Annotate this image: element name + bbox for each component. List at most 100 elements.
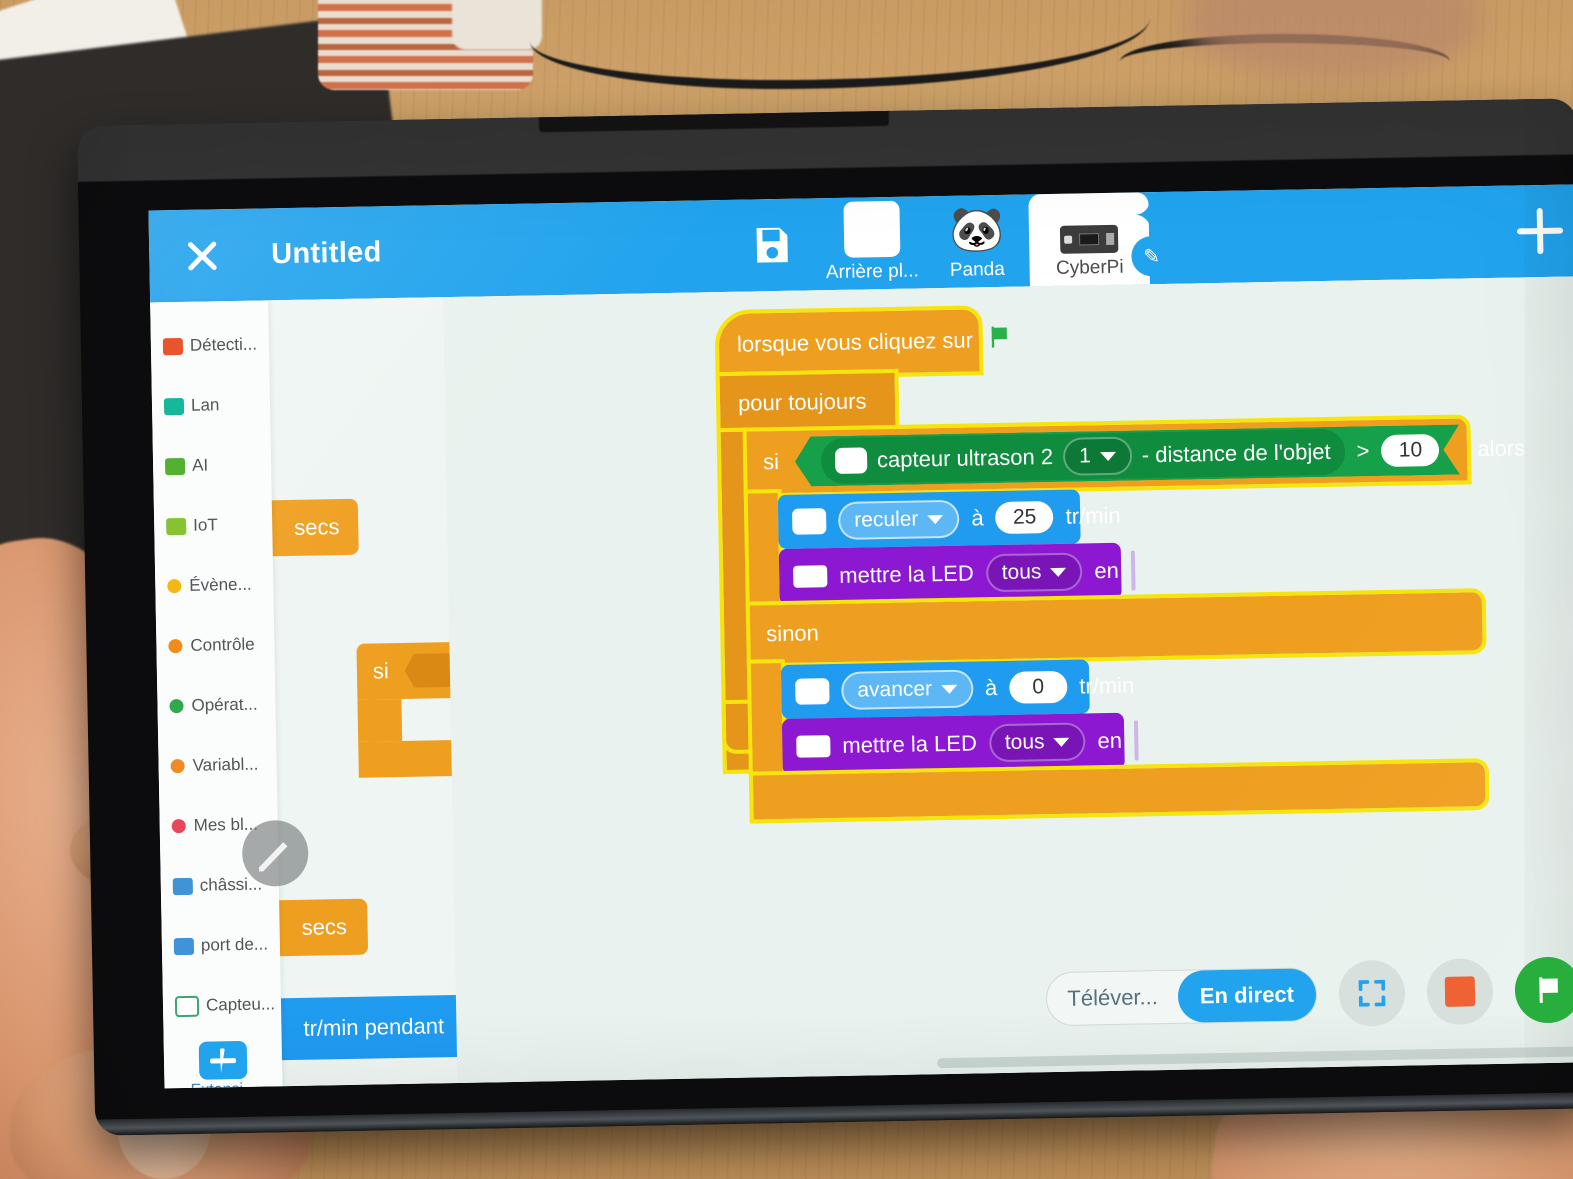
palette-block-label: secs <box>294 514 340 540</box>
led-color-swatch-blue[interactable] <box>1130 550 1136 591</box>
port-icon <box>173 937 195 955</box>
led-block-black[interactable]: mettre la LED tous en <box>781 712 1139 775</box>
plus-icon[interactable] <box>1517 208 1564 255</box>
close-icon[interactable] <box>179 232 226 279</box>
sidebar-item-operators[interactable]: Opérat... <box>157 674 276 736</box>
sensor-port-value: 1 <box>1078 444 1091 468</box>
script-canvas[interactable]: lorsque vous cliquez sur pour toujours ↻ <box>443 276 1573 1084</box>
speed-unit-label: tr/min <box>1065 502 1121 529</box>
green-flag-icon <box>985 323 1016 358</box>
forever-block[interactable]: pour toujours <box>715 368 900 437</box>
tab-cyberpi-label: CyberPi <box>1055 256 1124 279</box>
ai-chip-icon <box>164 457 186 475</box>
live-mode-button[interactable]: En direct <box>1177 968 1317 1023</box>
led-target-dropdown-else[interactable]: tous <box>988 722 1086 763</box>
motor-block-forward[interactable]: avancer à 0 tr/min <box>780 659 1134 720</box>
led-color-swatch-black[interactable] <box>1133 720 1139 761</box>
block-palette[interactable]: secs si alors secs tr/min pendant <box>237 297 682 1087</box>
led-label: mettre la LED <box>842 730 978 758</box>
tab-backdrop[interactable]: Arrière pl... <box>818 196 925 290</box>
sidebar-item-events[interactable]: Évène... <box>155 554 274 616</box>
operators-dot-icon <box>169 698 184 714</box>
sensor-port-dropdown[interactable]: 1 <box>1063 437 1132 476</box>
tab-cyberpi[interactable]: CyberPi ✦ ✎ <box>1028 192 1172 287</box>
direction-value: reculer <box>854 507 919 532</box>
preposition-label: en <box>1097 727 1123 754</box>
myblocks-dot-icon <box>171 818 186 834</box>
sidebar-item-control[interactable]: Contrôle <box>156 614 275 676</box>
ultrasonic-sensor-reporter[interactable]: capteur ultrason 2 1 - distance de l'obj… <box>821 429 1345 485</box>
add-extension-icon[interactable] <box>198 1040 248 1080</box>
chevron-down-icon <box>940 684 958 694</box>
sprite-tabs: Arrière pl... 🐼 Panda CyberPi ✦ ✎ <box>818 192 1172 290</box>
tablet-device: Untitled Arrière pl... 🐼 Panda CyberPi ✦… <box>76 98 1573 1136</box>
led-target-dropdown-then[interactable]: tous <box>985 552 1083 593</box>
sidebar-item-label: port de... <box>200 934 269 955</box>
threshold-input[interactable]: 10 <box>1381 434 1440 467</box>
upload-mode-button[interactable]: Téléver... <box>1047 984 1178 1012</box>
chevron-down-icon <box>1050 567 1067 577</box>
sidebar-item-label: AI <box>191 455 209 475</box>
sidebar-item-label: Détecti... <box>189 334 258 355</box>
edit-fab-icon[interactable] <box>241 819 309 887</box>
sidebar-item-detection[interactable]: Détecti... <box>150 314 269 376</box>
direction-dropdown-backward[interactable]: reculer <box>837 499 960 540</box>
green-flag-icon[interactable] <box>1514 956 1573 1024</box>
sidebar-item-port[interactable]: port de... <box>161 914 280 976</box>
forever-block-label: pour toujours <box>737 388 867 416</box>
speed-input[interactable]: 0 <box>1009 670 1068 704</box>
lan-chip-icon <box>163 397 185 415</box>
hat-block-when-flag-clicked[interactable]: lorsque vous cliquez sur <box>714 305 1007 381</box>
events-dot-icon <box>167 578 182 594</box>
sidebar-item-variables[interactable]: Variabl... <box>158 734 277 796</box>
bluetooth-icon: ✦ <box>1132 193 1168 239</box>
led-target-value: tous <box>1001 560 1042 584</box>
sidebar-item-label: Contrôle <box>190 634 255 655</box>
tab-panda-label: Panda <box>949 258 1005 281</box>
sidebar-item-ai[interactable]: AI <box>153 434 272 496</box>
sensor-measure-label: - distance de l'objet <box>1141 438 1331 468</box>
chassis-icon <box>172 877 193 895</box>
stop-icon[interactable] <box>1426 958 1494 1026</box>
preposition-label: en <box>1094 557 1120 584</box>
horizontal-scrollbar[interactable] <box>937 1046 1573 1069</box>
if-condition-row[interactable]: si capteur ultrason 2 1 - distance de l'… <box>742 413 1525 499</box>
speed-unit-label: tr/min <box>1079 672 1135 699</box>
tab-backdrop-label: Arrière pl... <box>825 260 919 284</box>
led-block-blue[interactable]: mettre la LED tous en <box>778 542 1136 606</box>
sensors-icon <box>174 995 200 1017</box>
motor-block-backward[interactable]: reculer à 25 tr/min <box>777 489 1121 550</box>
else-row[interactable]: sinon <box>745 587 1487 669</box>
category-sidebar: Détecti... Lan AI IoT Évène... Contrôle … <box>150 300 283 1089</box>
chevron-down-icon <box>1100 451 1116 460</box>
if-else-block[interactable]: si capteur ultrason 2 1 - distance de l'… <box>742 413 1525 825</box>
mug-interior <box>452 0 542 50</box>
mode-toggle[interactable]: Téléver... En direct <box>1045 967 1318 1027</box>
motor-icon <box>792 508 827 535</box>
extension-label: Extensi... <box>164 1080 282 1089</box>
preposition-label: à <box>984 675 998 701</box>
then-label: alors <box>1477 435 1526 462</box>
fullscreen-icon[interactable] <box>1338 959 1406 1027</box>
chevron-down-icon <box>1053 737 1070 747</box>
comparison-operator: > <box>1356 438 1370 464</box>
save-icon[interactable] <box>749 222 796 269</box>
palette-if-label: si <box>372 658 390 684</box>
sidebar-item-sensors[interactable]: Capteu... <box>162 974 281 1036</box>
ultrasonic-sensor-icon <box>835 447 867 474</box>
speed-input[interactable]: 25 <box>995 500 1054 535</box>
variables-dot-icon <box>170 758 185 774</box>
sidebar-item-label: Capteu... <box>205 994 276 1015</box>
pencil-icon[interactable]: ✎ <box>1131 235 1172 277</box>
tablet-screen: Untitled Arrière pl... 🐼 Panda CyberPi ✦… <box>148 184 1573 1089</box>
control-dot-icon <box>168 638 183 654</box>
then-branch-spine <box>743 489 785 623</box>
run-toolbar: Téléver... En direct <box>1045 956 1573 1032</box>
led-icon <box>796 735 831 758</box>
tab-panda[interactable]: 🐼 Panda <box>923 194 1030 288</box>
sidebar-item-iot[interactable]: IoT <box>154 494 273 556</box>
sidebar-item-lan[interactable]: Lan <box>151 374 270 436</box>
detection-chip-icon <box>162 337 184 355</box>
boolean-condition[interactable]: capteur ultrason 2 1 - distance de l'obj… <box>795 425 1460 487</box>
direction-dropdown-forward[interactable]: avancer <box>841 669 974 710</box>
